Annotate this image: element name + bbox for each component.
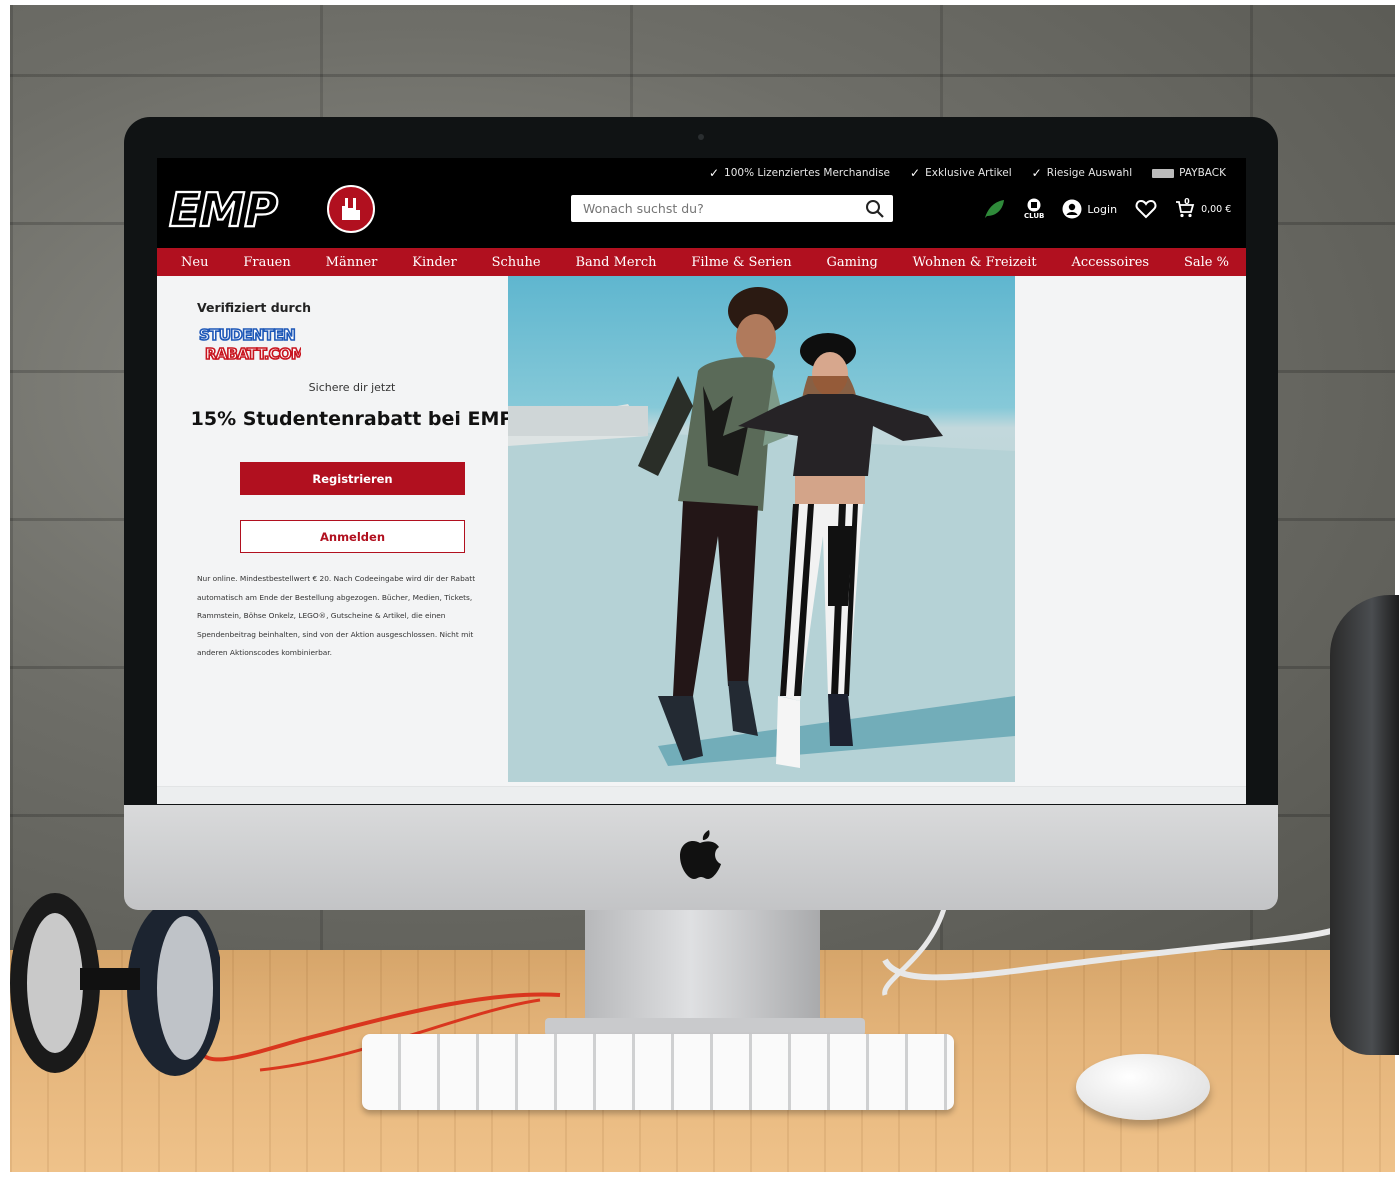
cart-total: 0,00 € xyxy=(1201,203,1232,215)
club-link[interactable]: CLUB xyxy=(1024,198,1044,220)
nav-item-filme-serien[interactable]: Filme & Serien xyxy=(691,255,791,270)
verified-label: Verifiziert durch xyxy=(197,300,312,315)
promo-headline: 15% Studentenrabatt bei EMP xyxy=(190,408,514,430)
club-label: CLUB xyxy=(1024,212,1045,220)
nav-item-kinder[interactable]: Kinder xyxy=(412,255,456,270)
disclaimer-line: automatisch am Ende der Bestellung abgez… xyxy=(197,592,473,602)
usp-list: ✓ 100% Lizenziertes Merchandise ✓ Exklusiv… xyxy=(709,166,1226,180)
nav-item-frauen[interactable]: Frauen xyxy=(243,255,290,270)
leaf-icon[interactable] xyxy=(982,197,1006,221)
cart-link[interactable]: 0 0,00 € xyxy=(1175,197,1232,219)
usp-label: PAYBACK xyxy=(1179,167,1226,179)
nav-item-wohnen-freizeit[interactable]: Wohnen & Freizeit xyxy=(913,255,1037,270)
secure-now-label: Sichere dir jetzt xyxy=(308,381,396,394)
user-icon xyxy=(1062,199,1082,219)
svg-text:RABATT.COM: RABATT.COM xyxy=(205,345,301,362)
payback-link[interactable]: PAYBACK xyxy=(1152,166,1226,180)
desk-scene-photo: ✓ 100% Lizenziertes Merchandise ✓ Exklusiv… xyxy=(0,0,1399,1177)
header-icons: CLUB Login 0 0,00 € xyxy=(982,194,1231,224)
headphones xyxy=(10,888,223,1098)
usp-label: Riesige Auswahl xyxy=(1046,167,1133,179)
speaker xyxy=(1330,595,1399,1055)
check-icon: ✓ xyxy=(708,166,720,180)
wishlist-heart-icon[interactable] xyxy=(1135,199,1157,219)
usp-label: Exklusive Artikel xyxy=(925,167,1012,179)
nav-item-gaming[interactable]: Gaming xyxy=(826,255,877,270)
site-header: ✓ 100% Lizenziertes Merchandise ✓ Exklusiv… xyxy=(157,158,1246,248)
emp-logo[interactable]: EMP xyxy=(167,184,377,234)
check-icon: ✓ xyxy=(910,166,921,180)
webcam xyxy=(698,134,704,140)
monitor-stand xyxy=(585,908,820,1036)
login-label: Login xyxy=(1087,202,1118,216)
search-icon[interactable] xyxy=(863,197,887,221)
club-hand-icon xyxy=(1027,198,1041,212)
usp-label: 100% Lizenziertes Merchandise xyxy=(724,167,891,179)
student-discount-promo: Verifiziert durch STUDENTEN RABATT.COM S… xyxy=(157,276,514,786)
nav-item-sale[interactable]: Sale % xyxy=(1184,255,1229,270)
svg-text:EMP: EMP xyxy=(169,184,278,234)
promo-disclaimer: Nur online. Mindestbestellwert € 20. Nac… xyxy=(197,570,497,663)
disclaimer-line: Nur online. Mindestbestellwert € 20. Nac… xyxy=(197,574,476,583)
keyboard xyxy=(362,1034,954,1110)
usp-item: ✓ Riesige Auswahl xyxy=(1032,166,1133,180)
check-icon: ✓ xyxy=(1031,166,1042,180)
nav-item-neu[interactable]: Neu xyxy=(181,255,208,270)
usp-item: ✓ Exklusive Artikel xyxy=(910,166,1012,180)
search-input[interactable] xyxy=(571,200,863,217)
signin-button[interactable]: Anmelden xyxy=(240,520,465,553)
usp-item: ✓ 100% Lizenziertes Merchandise xyxy=(709,166,890,180)
hero-photo-two-models xyxy=(508,287,1015,782)
nav-item-schuhe[interactable]: Schuhe xyxy=(492,255,541,270)
hero-image[interactable] xyxy=(508,276,1015,782)
mouse xyxy=(1076,1054,1210,1120)
apple-logo-icon xyxy=(680,830,721,879)
svg-text:STUDENTEN: STUDENTEN xyxy=(199,326,295,344)
payback-card-icon xyxy=(1152,168,1175,178)
nav-item-maenner[interactable]: Männer xyxy=(326,255,378,270)
website-screen: ✓ 100% Lizenziertes Merchandise ✓ Exklusiv… xyxy=(157,158,1246,804)
login-link[interactable]: Login xyxy=(1062,199,1117,219)
disclaimer-line: Spendenbeitrag beinhalten, sind von der … xyxy=(197,629,474,639)
main-nav: Neu Frauen Männer Kinder Schuhe Band Mer… xyxy=(157,248,1246,276)
disclaimer-line: anderen Aktionscodes kombinierbar. xyxy=(197,648,333,657)
search-bar[interactable] xyxy=(571,195,893,222)
disclaimer-line: Rammstein, Böhse Onkelz, LEGO®, Gutschei… xyxy=(197,611,446,620)
register-button[interactable]: Registrieren xyxy=(240,462,465,495)
nav-item-band-merch[interactable]: Band Merch xyxy=(575,255,656,270)
nav-item-accessoires[interactable]: Accessoires xyxy=(1072,255,1150,270)
below-fold-strip xyxy=(157,786,1246,804)
studentenrabatt-logo: STUDENTEN RABATT.COM xyxy=(198,325,301,362)
